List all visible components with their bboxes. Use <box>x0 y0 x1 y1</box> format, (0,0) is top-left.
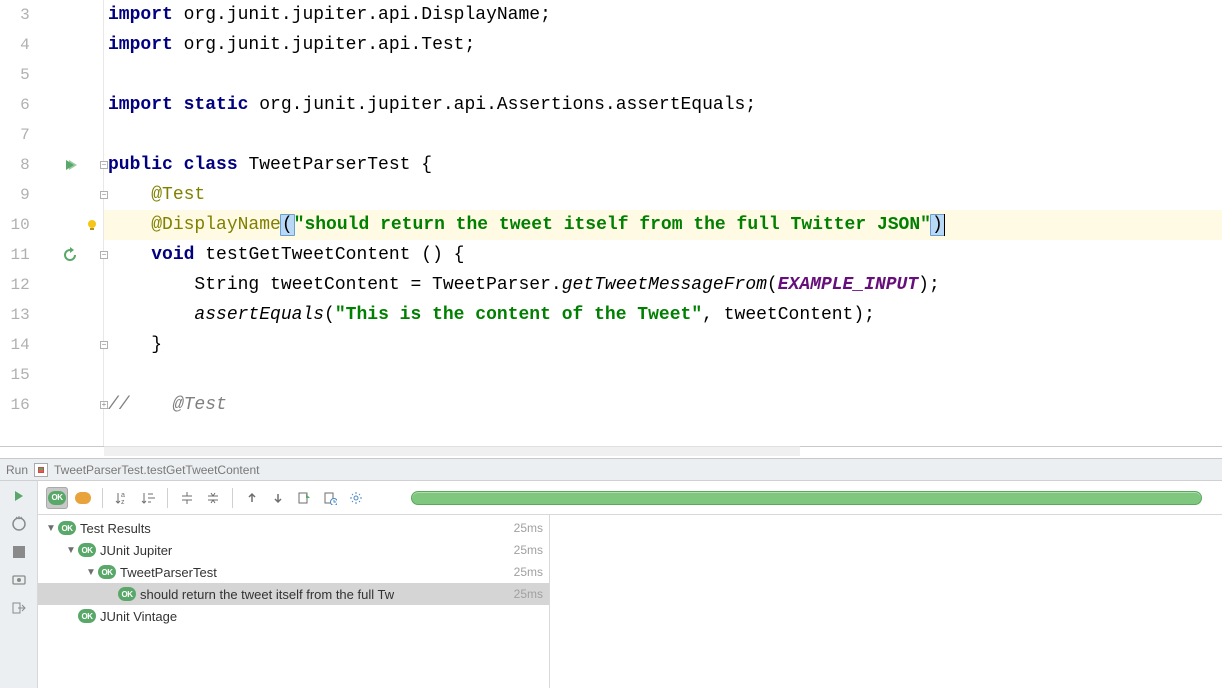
line-number: 6 <box>0 96 38 114</box>
test-duration: 25ms <box>514 565 543 579</box>
line-number: 12 <box>0 276 38 294</box>
test-tree-row[interactable]: ▼OK Test Results25ms <box>38 517 549 539</box>
toggle-auto-test-button[interactable] <box>10 515 28 533</box>
line-number: 5 <box>0 66 38 84</box>
code-line[interactable]: import org.junit.jupiter.api.Test; <box>104 30 1222 60</box>
separator <box>102 488 103 508</box>
test-toolbar: OK az <box>38 481 1222 515</box>
next-failed-button[interactable] <box>267 487 289 509</box>
test-label: Test Results <box>80 521 514 536</box>
line-number: 10 <box>0 216 38 234</box>
sort-button[interactable]: az <box>111 487 133 509</box>
code-line[interactable]: public class TweetParserTest { <box>104 150 1222 180</box>
text-cursor <box>944 214 945 236</box>
export-button[interactable] <box>293 487 315 509</box>
test-ok-badge: OK <box>78 543 96 557</box>
show-passed-button[interactable]: OK <box>46 487 68 509</box>
expand-all-button[interactable] <box>176 487 198 509</box>
code-line[interactable] <box>104 60 1222 90</box>
test-tree-row[interactable]: ▼OK TweetParserTest25ms <box>38 561 549 583</box>
tree-twisty-icon[interactable]: ▼ <box>64 545 78 556</box>
collapse-all-button[interactable] <box>202 487 224 509</box>
line-number: 16 <box>0 396 38 414</box>
line-number: 3 <box>0 6 38 24</box>
settings-button[interactable] <box>345 487 367 509</box>
line-number: 15 <box>0 366 38 384</box>
code-editor[interactable]: 345678−9−1011−121314−1516+ import org.ju… <box>0 0 1222 446</box>
separator <box>167 488 168 508</box>
code-line[interactable]: String tweetContent = TweetParser.getTwe… <box>104 270 1222 300</box>
intention-bulb-icon[interactable] <box>85 218 99 232</box>
test-progress-bar <box>411 491 1202 505</box>
line-number: 7 <box>0 126 38 144</box>
test-ok-badge: OK <box>118 587 136 601</box>
line-number: 8 <box>0 156 38 174</box>
code-line[interactable]: @DisplayName("should return the tweet it… <box>104 210 1222 240</box>
exit-button[interactable] <box>10 599 28 617</box>
show-ignored-button[interactable] <box>72 487 94 509</box>
line-number: 14 <box>0 336 38 354</box>
code-line[interactable]: @Test <box>104 180 1222 210</box>
previous-failed-button[interactable] <box>241 487 263 509</box>
test-label: JUnit Jupiter <box>100 543 514 558</box>
rerun-line-icon[interactable] <box>62 247 78 263</box>
tree-twisty-icon[interactable]: ▼ <box>44 523 58 534</box>
run-line-icon[interactable] <box>63 158 77 172</box>
code-line[interactable]: import static org.junit.jupiter.api.Asse… <box>104 90 1222 120</box>
run-panel: OK az ▼OKTest Results25ms▼OKJUnit Jupite… <box>0 481 1222 688</box>
test-tree-row[interactable]: ▼OK JUnit Jupiter25ms <box>38 539 549 561</box>
sort-duration-button[interactable] <box>137 487 159 509</box>
code-line[interactable]: } <box>104 330 1222 360</box>
code-line[interactable]: // @Test <box>104 390 1222 420</box>
code-line[interactable]: void testGetTweetContent () { <box>104 240 1222 270</box>
line-number: 9 <box>0 186 38 204</box>
test-label: TweetParserTest <box>120 565 514 580</box>
svg-text:z: z <box>121 499 125 505</box>
run-label: Run <box>6 463 28 477</box>
test-tree-row[interactable]: OK JUnit Vintage <box>38 605 549 627</box>
test-duration: 25ms <box>514 587 543 601</box>
test-output[interactable] <box>550 515 1222 688</box>
stop-button[interactable] <box>10 543 28 561</box>
horizontal-scrollbar[interactable] <box>104 446 800 456</box>
run-config-name: TweetParserTest.testGetTweetContent <box>54 463 259 477</box>
test-tree[interactable]: ▼OKTest Results25ms▼OKJUnit Jupiter25ms▼… <box>38 515 550 688</box>
editor-gutter: 345678−9−1011−121314−1516+ <box>0 0 104 446</box>
test-tree-row[interactable]: OK should return the tweet itself from th… <box>38 583 549 605</box>
dump-button[interactable] <box>10 571 28 589</box>
code-line[interactable] <box>104 360 1222 390</box>
history-button[interactable] <box>319 487 341 509</box>
test-duration: 25ms <box>514 543 543 557</box>
code-line[interactable] <box>104 120 1222 150</box>
test-ok-badge: OK <box>98 565 116 579</box>
run-left-toolbar <box>0 481 38 688</box>
rerun-button[interactable] <box>10 487 28 505</box>
test-duration: 25ms <box>514 521 543 535</box>
separator <box>232 488 233 508</box>
line-number: 11 <box>0 246 38 264</box>
code-line[interactable]: import org.junit.jupiter.api.DisplayName… <box>104 0 1222 30</box>
test-ok-badge: OK <box>58 521 76 535</box>
run-stop-icon <box>34 463 48 477</box>
run-toolwindow-header[interactable]: Run TweetParserTest.testGetTweetContent <box>0 459 1222 481</box>
code-line[interactable]: assertEquals("This is the content of the… <box>104 300 1222 330</box>
test-label: JUnit Vintage <box>100 609 543 624</box>
test-label: should return the tweet itself from the … <box>140 587 514 602</box>
test-ok-badge: OK <box>78 609 96 623</box>
line-number: 13 <box>0 306 38 324</box>
svg-text:a: a <box>121 492 125 499</box>
line-number: 4 <box>0 36 38 54</box>
code-area[interactable]: import org.junit.jupiter.api.DisplayName… <box>104 0 1222 446</box>
tree-twisty-icon[interactable]: ▼ <box>84 567 98 578</box>
